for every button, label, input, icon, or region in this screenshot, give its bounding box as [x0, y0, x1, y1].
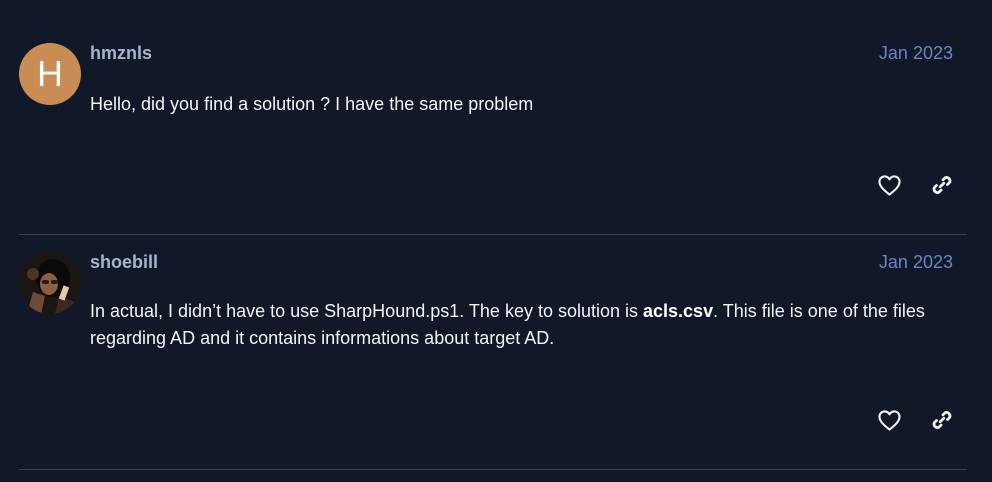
avatar-photo [19, 252, 81, 314]
post-divider [19, 469, 967, 470]
post-body: In actual, I didn’t have to use SharpHou… [90, 298, 950, 352]
heart-icon [877, 409, 901, 431]
copy-link-button[interactable] [927, 405, 957, 435]
avatar[interactable] [19, 252, 81, 314]
post-body-filename: acls.csv [643, 301, 714, 321]
post-2: shoebill Jan 2023 In actual, I didn’t ha… [0, 0, 992, 470]
post-date[interactable]: Jan 2023 [879, 252, 953, 273]
like-button[interactable] [874, 405, 904, 435]
link-icon [932, 411, 952, 429]
post-body-text: In actual, I didn’t have to use SharpHou… [90, 301, 644, 321]
username[interactable]: shoebill [90, 252, 158, 273]
